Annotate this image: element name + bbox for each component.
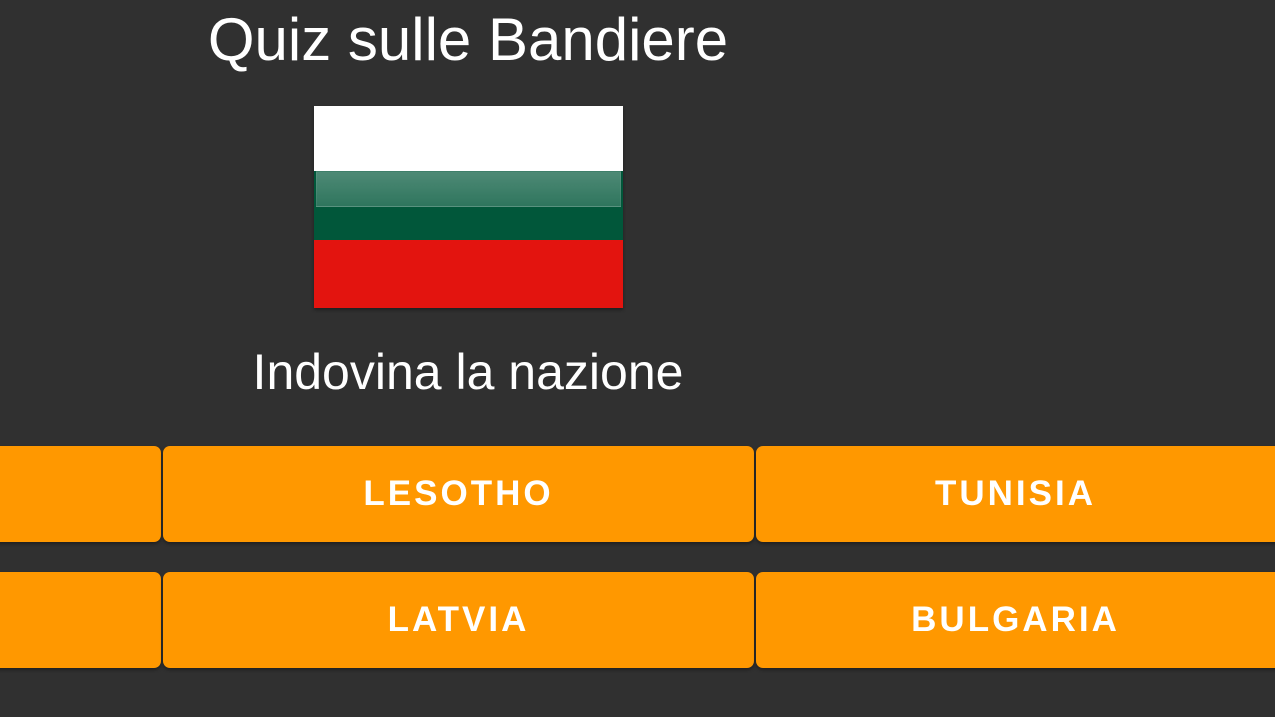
page-title: Quiz sulle Bandiere bbox=[207, 6, 729, 73]
flag-stripe-white bbox=[314, 106, 623, 171]
answer-button-tunisia[interactable]: TUNISIA bbox=[756, 446, 1275, 542]
flag-stripe-red bbox=[314, 240, 623, 308]
answer-button-lesotho[interactable]: LESOTHO bbox=[163, 446, 754, 542]
question-prompt: Indovina la nazione bbox=[252, 344, 684, 400]
flag-image bbox=[314, 106, 623, 308]
answer-button-stub-row1[interactable] bbox=[0, 446, 161, 542]
flag-stripe-green bbox=[314, 171, 623, 240]
quiz-screen: Quiz sulle Bandiere Indovina la nazione … bbox=[0, 0, 1275, 717]
answer-button-latvia[interactable]: LATVIA bbox=[163, 572, 754, 668]
answer-button-bulgaria[interactable]: BULGARIA bbox=[756, 572, 1275, 668]
answer-button-stub-row2[interactable] bbox=[0, 572, 161, 668]
